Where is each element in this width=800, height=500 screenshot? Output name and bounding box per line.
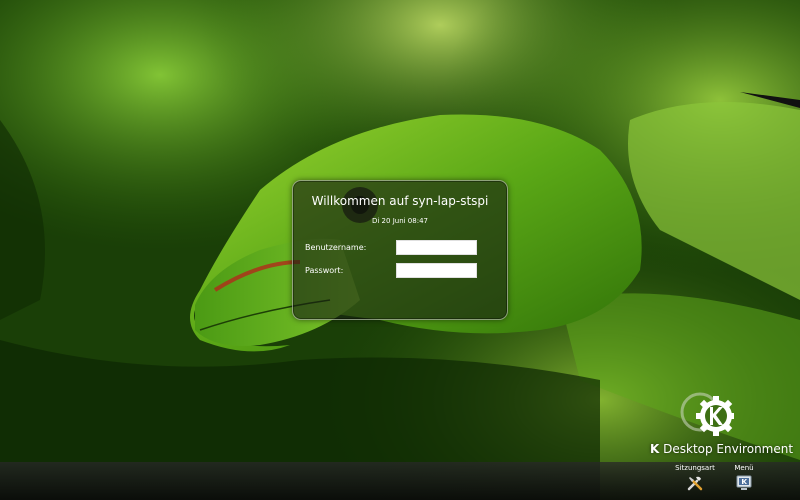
password-label: Passwort:: [305, 266, 344, 275]
tools-icon: [687, 476, 703, 491]
login-screen: Willkommen auf syn-lap-stspi Di 20 Juni …: [0, 0, 800, 500]
session-type-button[interactable]: Sitzungsart: [670, 464, 720, 498]
menu-button[interactable]: Menü: [728, 464, 760, 498]
login-title: Willkommen auf syn-lap-stspi: [311, 194, 489, 208]
login-dialog: Willkommen auf syn-lap-stspi Di 20 Juni …: [292, 180, 508, 320]
date-time: Di 20 Juni 08:47: [372, 217, 428, 225]
bottom-bar: Sitzungsart Menü: [0, 462, 800, 500]
session-type-label: Sitzungsart: [675, 464, 715, 472]
kde-branding: K Desktop Environment: [640, 370, 800, 460]
kde-k-letter: K: [650, 442, 660, 456]
computer-menu-icon: [736, 475, 752, 490]
menu-label: Menü: [734, 464, 754, 472]
kde-brand-text: K Desktop Environment: [650, 442, 793, 456]
username-label: Benutzername:: [305, 243, 367, 252]
username-input[interactable]: [396, 240, 477, 255]
kde-brand-rest: Desktop Environment: [659, 442, 794, 456]
kde-gear-logo-icon: [680, 392, 734, 436]
password-input[interactable]: [396, 263, 477, 278]
